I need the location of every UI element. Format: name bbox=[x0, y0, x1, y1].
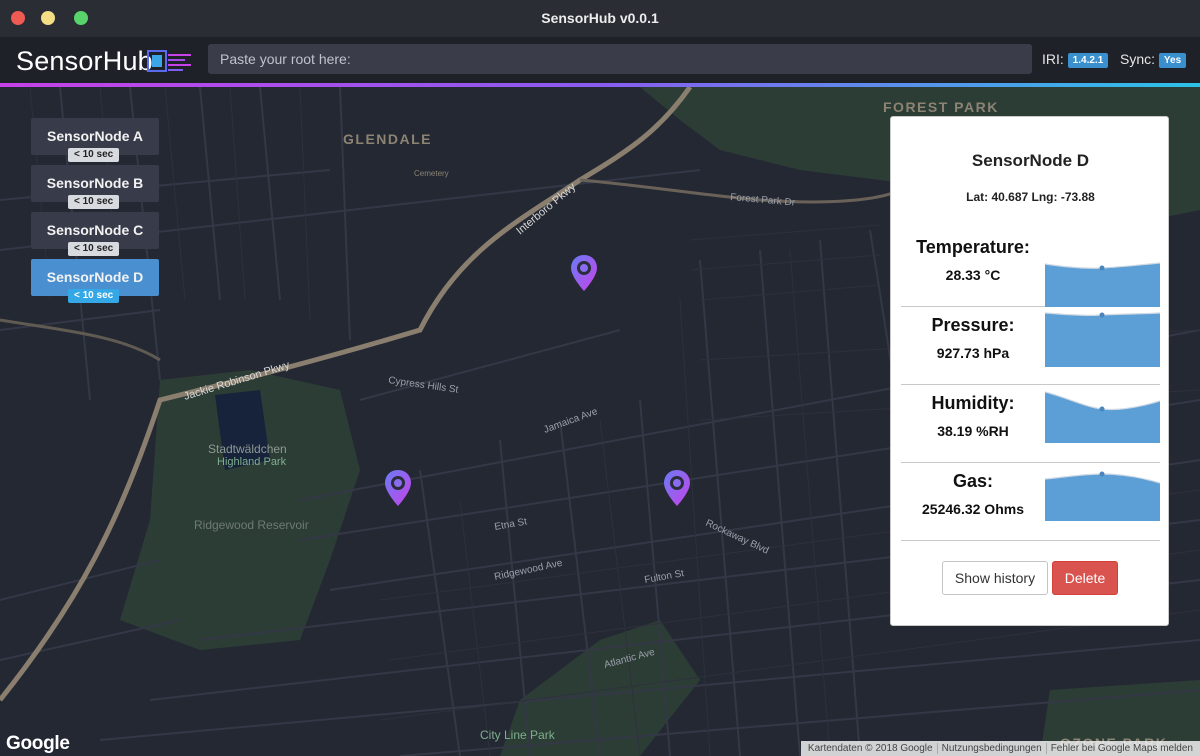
map-label-forest-park-dr: Forest Park Dr bbox=[730, 192, 796, 209]
google-logo: Google bbox=[6, 733, 70, 754]
node-name: SensorNode C bbox=[46, 222, 144, 238]
map-label-city-line-park: City Line Park bbox=[480, 728, 556, 742]
map-label-ridgewood-ave: Ridgewood Ave bbox=[493, 558, 564, 583]
node-name: SensorNode B bbox=[46, 175, 144, 191]
sensor-node-b-button[interactable]: SensorNode B < 10 sec bbox=[31, 165, 159, 209]
sync-label: Sync: bbox=[1120, 51, 1156, 67]
node-name: SensorNode A bbox=[47, 128, 143, 144]
map-label-stadtwaldchen: Stadtwäldchen bbox=[208, 442, 287, 456]
terms-link[interactable]: Nutzungsbedingungen bbox=[936, 743, 1046, 754]
map-label-glendale: GLENDALE bbox=[343, 131, 432, 147]
metric-label: Humidity: bbox=[931, 393, 1015, 413]
show-history-button[interactable]: Show history bbox=[942, 561, 1048, 595]
gas-metric: Gas: 25246.32 Ohms bbox=[901, 471, 1160, 541]
sensor-pin-b[interactable] bbox=[662, 468, 692, 508]
node-age-badge: < 10 sec bbox=[68, 148, 120, 162]
sensor-node-c-button[interactable]: SensorNode C < 10 sec bbox=[31, 212, 159, 256]
humidity-sparkline bbox=[1045, 391, 1160, 443]
map-label-rockaway-blvd: Rockaway Blvd bbox=[704, 518, 771, 557]
humidity-metric: Humidity: 38.19 %RH bbox=[901, 391, 1160, 463]
logo-mark-icon bbox=[147, 50, 191, 72]
map-label-cemetery: Cemetery bbox=[414, 169, 449, 178]
iri-label: IRI: bbox=[1042, 51, 1064, 67]
pressure-sparkline bbox=[1045, 312, 1160, 367]
metric-value: 28.33 °C bbox=[945, 267, 1001, 283]
temperature-sparkline bbox=[1045, 262, 1160, 307]
iri-version-badge: 1.4.2.1 bbox=[1067, 53, 1109, 68]
metric-value: 38.19 %RH bbox=[937, 423, 1009, 439]
iri-status: IRI: 1.4.2.1 bbox=[1042, 51, 1109, 68]
node-age-badge: < 10 sec bbox=[68, 289, 120, 303]
sensor-pin-c[interactable] bbox=[383, 468, 413, 508]
map-attribution: Kartendaten © 2018 Google Nutzungsbedingu… bbox=[800, 741, 1200, 756]
node-name: SensorNode D bbox=[46, 269, 144, 285]
logo-text: SensorHub bbox=[16, 46, 153, 76]
metric-value: 927.73 hPa bbox=[936, 345, 1010, 361]
pressure-metric: Pressure: 927.73 hPa bbox=[901, 312, 1160, 385]
window-title: SensorHub v0.0.1 bbox=[541, 10, 659, 26]
sensor-node-a-button[interactable]: SensorNode A < 10 sec bbox=[31, 118, 159, 162]
sensor-node-d-button[interactable]: SensorNode D < 10 sec bbox=[31, 259, 159, 303]
map-label-jamaica-ave: Jamaica Ave bbox=[542, 406, 599, 436]
metric-value: 25246.32 Ohms bbox=[922, 501, 1024, 517]
sensor-detail-panel: SensorNode D Lat: 40.687 Lng: -73.88 Tem… bbox=[890, 116, 1169, 626]
root-input[interactable] bbox=[208, 44, 1032, 74]
sensor-pin-d[interactable] bbox=[569, 253, 599, 293]
delete-node-button[interactable]: Delete bbox=[1052, 561, 1118, 595]
window-titlebar: SensorHub v0.0.1 bbox=[0, 0, 1200, 37]
node-age-badge: < 10 sec bbox=[68, 195, 120, 209]
map-label-highland-park: Highland Park bbox=[217, 456, 287, 468]
map-label-cypress-hills: Cypress Hills St bbox=[388, 375, 460, 396]
map-data-copyright: Kartendaten © 2018 Google bbox=[807, 743, 933, 754]
detail-coordinates: Lat: 40.687 Lng: -73.88 bbox=[966, 190, 1095, 204]
gas-sparkline bbox=[1045, 471, 1160, 521]
map-label-forest-park: FOREST PARK bbox=[883, 99, 999, 115]
metric-label: Temperature: bbox=[916, 237, 1030, 257]
temperature-metric: Temperature: 28.33 °C bbox=[901, 237, 1160, 307]
node-age-badge: < 10 sec bbox=[68, 242, 120, 256]
report-error-link[interactable]: Fehler bei Google Maps melden bbox=[1045, 743, 1197, 754]
sensor-node-list: SensorNode A < 10 sec SensorNode B < 10 … bbox=[31, 118, 159, 306]
sync-badge: Yes bbox=[1158, 53, 1187, 68]
metric-label: Gas: bbox=[952, 471, 994, 491]
detail-title: SensorNode D bbox=[971, 151, 1090, 170]
app-logo: SensorHub bbox=[16, 46, 191, 76]
map-label-ridgewood-reservoir: Ridgewood Reservoir bbox=[194, 518, 309, 532]
metric-label: Pressure: bbox=[931, 315, 1015, 335]
sync-status: Sync: Yes bbox=[1120, 51, 1187, 68]
map-label-etna-st: Etna St bbox=[494, 516, 528, 533]
